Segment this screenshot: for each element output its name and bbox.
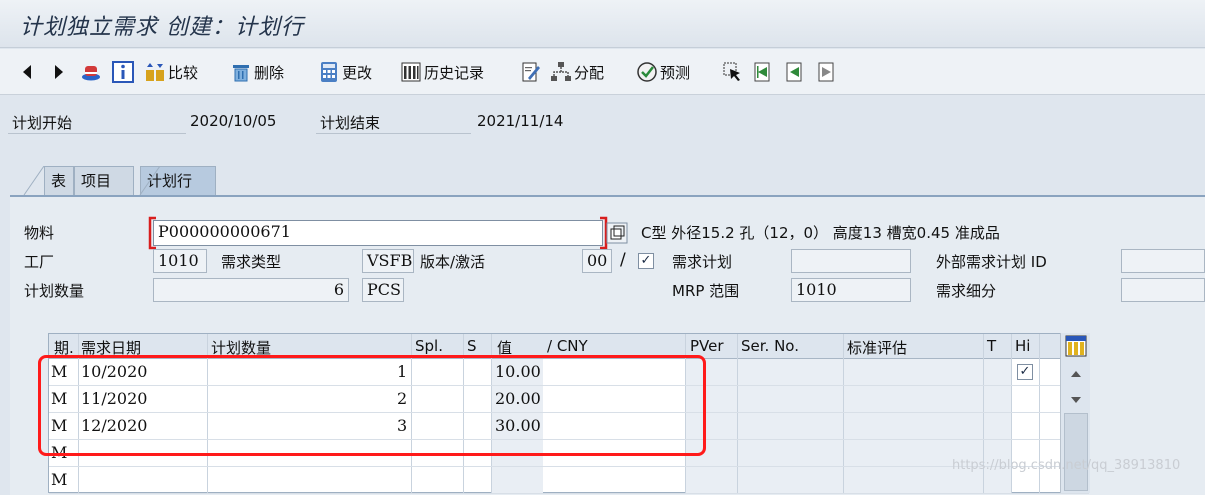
plant-label: 工厂 <box>24 253 55 271</box>
plant-field: 1010 <box>153 249 207 273</box>
trash-icon <box>230 61 252 83</box>
required-brackets <box>148 216 608 250</box>
application-toolbar: 比较 删除 更改 历史记录 分配 预测 <box>0 49 1205 95</box>
req-plan-field <box>791 249 911 273</box>
material-description: C型 外径15.2 孔（12，0） 高度13 槽宽0.45 准成品 <box>641 224 1000 242</box>
compare-button[interactable]: 比较 <box>144 59 198 85</box>
highlight-annotation <box>38 355 706 456</box>
plan-start-value: 2020/10/05 <box>190 112 277 130</box>
slash-separator: / <box>620 250 626 270</box>
scroll-track[interactable] <box>1064 413 1088 491</box>
calculator-icon <box>318 61 340 83</box>
assign-label: 分配 <box>574 63 605 82</box>
next-page-icon[interactable] <box>816 59 838 85</box>
previous-page-icon[interactable] <box>784 59 806 85</box>
change-label: 更改 <box>342 63 373 82</box>
col-pver[interactable]: PVer <box>690 337 724 355</box>
req-type-field: VSFB <box>362 249 414 273</box>
scroll-up-icon[interactable] <box>1069 365 1083 383</box>
req-type-label: 需求类型 <box>221 253 282 271</box>
forecast-label: 预测 <box>660 63 691 82</box>
change-button[interactable]: 更改 <box>318 59 372 85</box>
col-split[interactable]: Spl. <box>415 337 443 355</box>
material-label: 物料 <box>24 224 55 242</box>
forecast-button[interactable]: 预测 <box>636 59 690 85</box>
period-cell: M <box>51 470 68 489</box>
edit-document-icon[interactable] <box>520 59 542 85</box>
req-detail-label: 需求细分 <box>936 282 997 300</box>
back-arrow-icon[interactable] <box>20 59 34 85</box>
info-icon[interactable] <box>112 59 134 85</box>
table-row[interactable]: M <box>49 467 1089 494</box>
history-label: 历史记录 <box>424 63 485 82</box>
assign-button[interactable]: 分配 <box>550 59 604 85</box>
column-config-icon[interactable] <box>1065 335 1087 361</box>
active-checkbox[interactable]: ✓ <box>638 253 654 269</box>
divider <box>316 133 471 134</box>
divider <box>8 133 186 134</box>
hat-icon[interactable] <box>80 59 102 85</box>
col-currency[interactable]: / CNY <box>547 337 588 355</box>
tab-slants <box>23 166 161 196</box>
mrp-area-field: 1010 <box>791 278 911 302</box>
plan-qty-label: 计划数量 <box>24 282 85 300</box>
watermark: https://blog.csdn.net/qq_38913810 <box>952 458 1181 473</box>
col-t[interactable]: T <box>987 337 996 355</box>
col-s[interactable]: S <box>467 337 477 355</box>
hierarchy-icon <box>550 61 572 83</box>
scroll-down-icon[interactable] <box>1069 391 1083 409</box>
version-field: 00 <box>582 249 612 273</box>
ext-req-id-label: 外部需求计划 ID <box>936 253 1047 271</box>
ext-req-id-field <box>1121 249 1205 273</box>
title-bar: 计划独立需求 创建：计划行 <box>0 0 1205 48</box>
version-label: 版本/激活 <box>420 253 486 271</box>
plan-start-label: 计划开始 <box>12 114 73 132</box>
req-detail-field <box>1121 278 1205 302</box>
delete-button[interactable]: 删除 <box>230 59 284 85</box>
col-hi[interactable]: Hi <box>1015 337 1030 355</box>
copy-window-icon[interactable] <box>606 222 628 248</box>
plan-end-value: 2021/11/14 <box>477 112 564 130</box>
forward-arrow-icon[interactable] <box>52 59 66 85</box>
compare-icon <box>144 61 166 83</box>
columns-icon <box>400 61 422 83</box>
pointer-select-icon[interactable] <box>722 59 744 85</box>
col-std-eval[interactable]: 标准评估 <box>847 337 907 358</box>
page-title: 计划独立需求 创建：计划行 <box>20 15 304 40</box>
history-button[interactable]: 历史记录 <box>400 59 484 85</box>
col-serial-no[interactable]: Ser. No. <box>741 337 799 355</box>
compare-label: 比较 <box>168 63 199 82</box>
forecast-icon <box>636 61 658 83</box>
mrp-area-label: MRP 范围 <box>672 282 740 300</box>
delete-label: 删除 <box>254 63 285 82</box>
req-plan-label: 需求计划 <box>672 253 733 271</box>
first-page-icon[interactable] <box>752 59 774 85</box>
unit-field: PCS <box>362 278 404 302</box>
plan-end-label: 计划结束 <box>320 114 381 132</box>
row-checkbox[interactable]: ✓ <box>1017 364 1033 380</box>
plan-qty-field: 6 <box>153 278 349 302</box>
